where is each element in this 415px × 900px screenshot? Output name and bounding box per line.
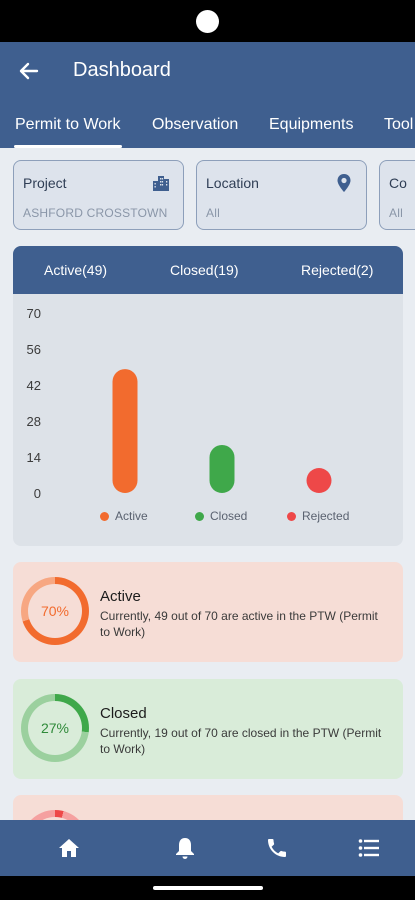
nav-notifications-button[interactable]	[171, 834, 199, 862]
summary-title-active: Active	[100, 588, 141, 605]
legend-closed: Closed	[195, 509, 247, 523]
legend-label-active: Active	[115, 509, 148, 523]
dashboard-content: Project ASHFORD CROSSTOWN Location All C…	[0, 148, 415, 820]
summary-card-active[interactable]: 70% Active Currently, 49 out of 70 are a…	[13, 562, 403, 662]
nav-home-button[interactable]	[55, 834, 83, 862]
third-filter-label: Co	[389, 175, 407, 191]
legend-label-rejected: Rejected	[302, 509, 350, 523]
phone-screen: Dashboard Permit to Work Observation Equ…	[0, 0, 415, 900]
home-indicator[interactable]	[153, 886, 263, 890]
project-filter-value: ASHFORD CROSSTOWN	[23, 206, 168, 220]
legend-dot-rejected	[287, 511, 296, 521]
nav-menu-button[interactable]	[355, 834, 383, 862]
bar-closed[interactable]	[209, 444, 235, 493]
percent-label-closed: 27%	[28, 701, 82, 755]
progress-ring-closed: 27%	[21, 694, 89, 762]
project-filter-label: Project	[23, 175, 67, 191]
location-filter-label: Location	[206, 175, 259, 191]
percent-label-active: 70%	[28, 584, 82, 638]
legend-dot-active	[100, 511, 109, 521]
summary-card-rejected[interactable]	[13, 795, 403, 820]
tab-observation[interactable]: Observation	[152, 116, 238, 134]
legend-rejected: Rejected	[287, 509, 349, 523]
nav-call-button[interactable]	[263, 834, 291, 862]
progress-ring-active: 70%	[21, 577, 89, 645]
summary-title-closed: Closed	[100, 705, 147, 722]
bar-rejected[interactable]	[306, 468, 332, 493]
tab-equipments[interactable]: Equipments	[269, 116, 354, 134]
page-title: Dashboard	[73, 59, 171, 81]
summary-desc-active: Currently, 49 out of 70 are active in th…	[100, 609, 378, 639]
location-filter-value: All	[206, 206, 220, 220]
bar-chart	[112, 369, 332, 493]
back-arrow-icon	[19, 62, 39, 80]
back-button[interactable]	[14, 56, 44, 86]
bell-icon	[176, 838, 194, 859]
status-bar	[0, 0, 415, 42]
project-filter[interactable]: Project ASHFORD CROSSTOWN	[13, 160, 184, 230]
legend-dot-closed	[195, 511, 204, 521]
progress-ring-rejected	[21, 810, 89, 820]
bottom-navigation	[0, 820, 415, 876]
list-icon	[358, 839, 379, 857]
building-icon	[153, 176, 169, 191]
tab-tool[interactable]: Tool	[384, 116, 413, 134]
app-bar: Dashboard Permit to Work Observation Equ…	[0, 42, 415, 148]
legend-label-closed: Closed	[210, 509, 248, 523]
phone-icon	[268, 839, 286, 857]
ptw-chart-card: Active(49) Closed(19) Rejected(2) 70 56 …	[13, 246, 403, 546]
summary-desc-closed: Currently, 19 out of 70 are closed in th…	[100, 726, 382, 756]
location-pin-icon	[337, 174, 351, 192]
gesture-bar-area	[0, 876, 415, 900]
third-filter[interactable]: Co All	[379, 160, 415, 230]
legend-active: Active	[100, 509, 148, 523]
front-camera	[196, 10, 219, 33]
summary-card-closed[interactable]: 27% Closed Currently, 19 out of 70 are c…	[13, 679, 403, 779]
tab-permit-to-work[interactable]: Permit to Work	[15, 116, 121, 134]
location-filter[interactable]: Location All	[196, 160, 367, 230]
bar-active[interactable]	[112, 369, 138, 493]
tab-bar: Permit to Work Observation Equipments To…	[0, 106, 415, 148]
home-icon	[59, 839, 79, 857]
third-filter-value: All	[389, 206, 403, 220]
